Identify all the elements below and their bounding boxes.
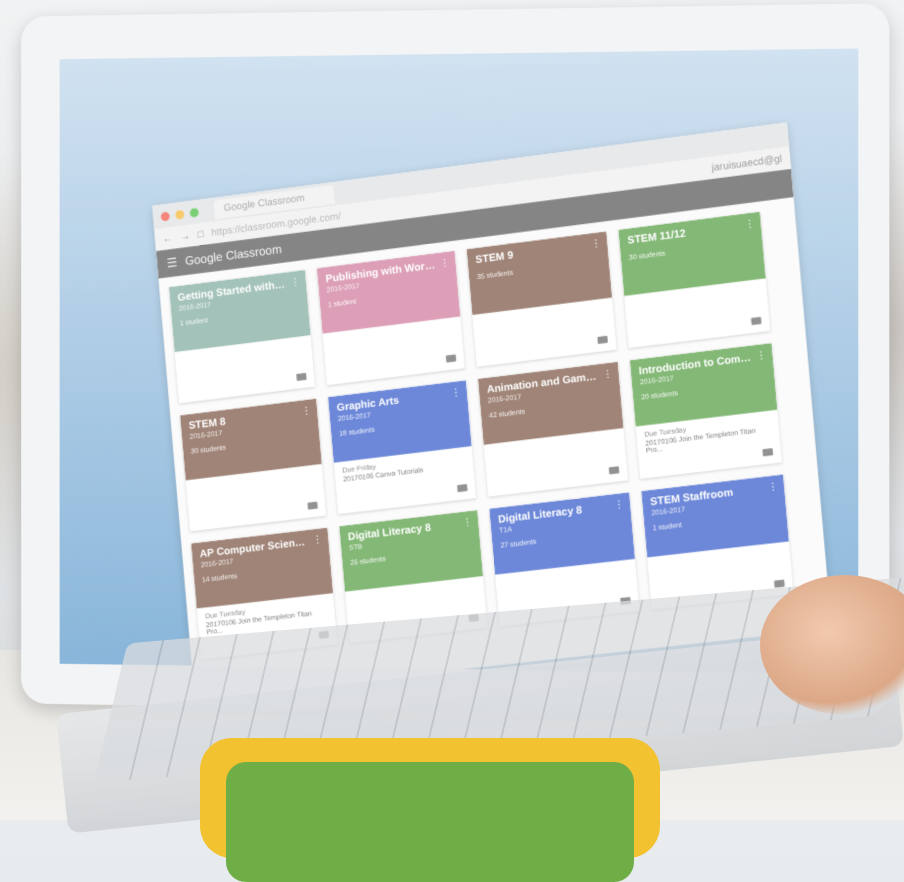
- folder-icon[interactable]: [750, 316, 762, 326]
- minimize-window-icon[interactable]: [175, 209, 185, 220]
- forward-arrow-icon[interactable]: →: [180, 230, 191, 242]
- laptop-screen: Google Classroom ← → □ https://classroom…: [59, 48, 859, 675]
- close-window-icon[interactable]: [160, 211, 170, 222]
- more-options-icon[interactable]: ⋮: [439, 257, 450, 269]
- more-options-icon[interactable]: ⋮: [767, 481, 778, 493]
- folder-icon[interactable]: [307, 501, 318, 510]
- course-card[interactable]: Getting Started with Onli... 2016-2017 1 s…: [168, 269, 316, 404]
- folder-icon[interactable]: [608, 466, 620, 475]
- course-card[interactable]: Graphic Arts 2016-2017 18 students ⋮ Due Fri…: [327, 380, 477, 515]
- folder-icon[interactable]: [762, 448, 774, 457]
- more-options-icon[interactable]: ⋮: [744, 219, 755, 231]
- more-options-icon[interactable]: ⋮: [290, 277, 301, 289]
- back-arrow-icon[interactable]: ←: [162, 233, 173, 245]
- folder-icon[interactable]: [445, 354, 457, 363]
- page-icon: □: [197, 228, 204, 241]
- badge-panel: [226, 762, 634, 882]
- course-card[interactable]: STEM 8 2016-2017 30 students ⋮: [179, 398, 327, 532]
- more-options-icon[interactable]: ⋮: [451, 387, 462, 399]
- more-options-icon[interactable]: ⋮: [756, 350, 767, 362]
- course-card[interactable]: Introduction to Computer... 2016-2017 20 s…: [629, 343, 783, 479]
- folder-icon[interactable]: [296, 372, 307, 381]
- folder-icon[interactable]: [597, 335, 608, 344]
- more-options-icon[interactable]: ⋮: [462, 517, 473, 529]
- more-options-icon[interactable]: ⋮: [591, 238, 602, 250]
- course-card[interactable]: STEM 11/12 30 students ⋮: [618, 211, 771, 349]
- more-options-icon[interactable]: ⋮: [614, 499, 625, 511]
- maximize-window-icon[interactable]: [189, 207, 200, 218]
- folder-icon[interactable]: [457, 484, 468, 493]
- badge-frame: [200, 738, 660, 882]
- hamburger-menu-icon[interactable]: ☰: [166, 255, 178, 270]
- course-card[interactable]: Animation and Game Des... 2016-2017 42 stu…: [477, 361, 629, 497]
- more-options-icon[interactable]: ⋮: [312, 534, 323, 546]
- more-options-icon[interactable]: ⋮: [301, 405, 312, 417]
- course-card[interactable]: STEM 9 35 students ⋮: [466, 231, 617, 367]
- course-card[interactable]: Publishing with Wordpress 2016-2017 1 stud…: [316, 250, 465, 386]
- more-options-icon[interactable]: ⋮: [602, 369, 613, 381]
